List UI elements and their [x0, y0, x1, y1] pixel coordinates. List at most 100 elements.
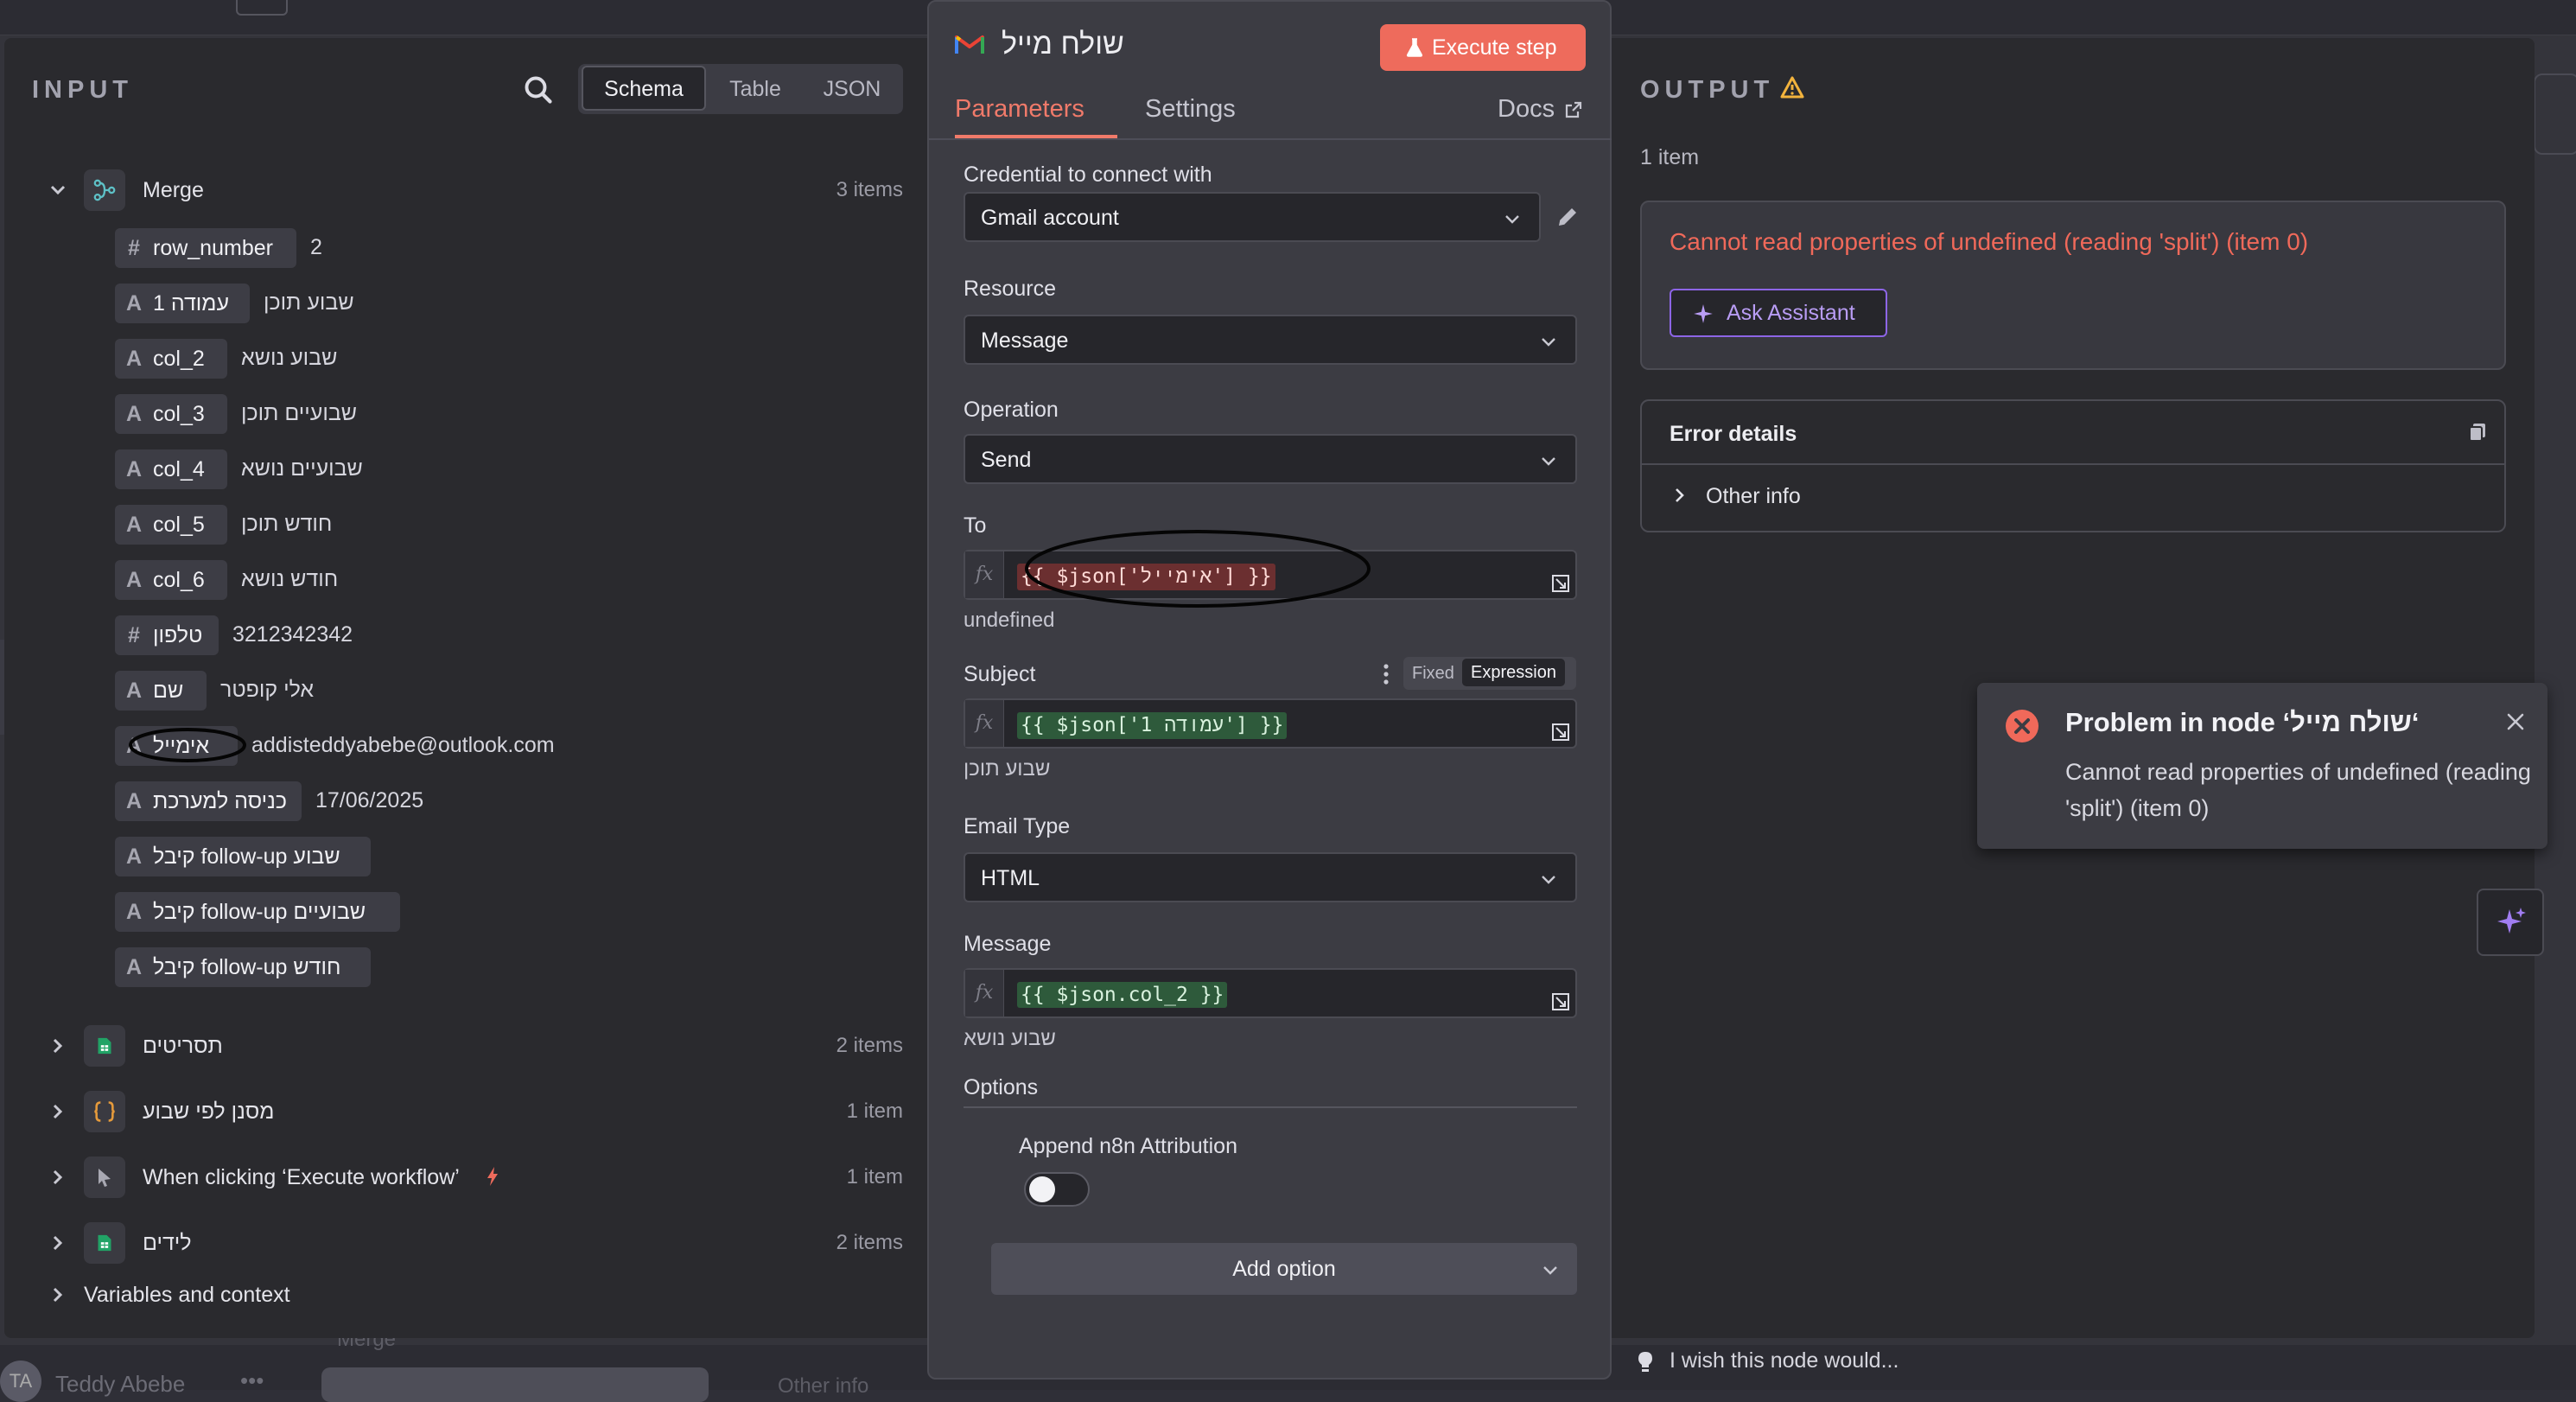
node-parameters-panel: שולח מייל Execute step Parameters Settin… — [927, 0, 1613, 1380]
chevron-down-icon[interactable] — [48, 180, 68, 201]
field-pill[interactable]: Acol_6 — [115, 560, 227, 600]
field-pill[interactable]: A כניסה למערכת — [115, 781, 302, 821]
attribution-label: Append n8n Attribution — [1019, 1134, 1237, 1158]
variables-context-row[interactable]: Variables and context — [4, 1274, 903, 1316]
chevron-right-icon[interactable] — [48, 1101, 68, 1122]
tab-parameters[interactable]: Parameters — [955, 95, 1084, 124]
field-pill[interactable]: A עמודה 1 — [115, 284, 250, 323]
field-pill[interactable]: A קיבל follow-up שבועיים — [115, 892, 400, 932]
tree-node[interactable]: תסריטים 2 items — [4, 1025, 903, 1067]
tab-settings[interactable]: Settings — [1145, 95, 1236, 124]
credential-select[interactable]: Gmail account — [964, 192, 1541, 242]
tree-node[interactable]: מסנן לפי שבוע 1 item — [4, 1091, 903, 1132]
edit-pencil-icon[interactable] — [1555, 204, 1581, 230]
email-type-value: HTML — [981, 866, 1040, 890]
chevron-right-icon[interactable] — [48, 1284, 68, 1305]
close-icon[interactable] — [2506, 712, 2525, 731]
field-pill[interactable]: Acol_3 — [115, 394, 227, 434]
user-menu-icon[interactable]: ••• — [240, 1367, 264, 1394]
chevron-right-icon[interactable] — [48, 1036, 68, 1056]
warning-icon — [1780, 76, 1804, 99]
execute-step-button[interactable]: Execute step — [1380, 24, 1586, 71]
number-type-icon: # — [128, 622, 140, 647]
email-type-select[interactable]: HTML — [964, 852, 1577, 902]
toggle-knob — [1029, 1176, 1055, 1202]
field-name: col_6 — [153, 567, 205, 592]
ask-assistant-label: Ask Assistant — [1727, 301, 1855, 325]
tree-node[interactable]: לידים 2 items — [4, 1222, 903, 1264]
canvas-right-control[interactable] — [2534, 73, 2576, 155]
expand-icon[interactable] — [1551, 992, 1570, 1011]
copy-icon[interactable] — [2468, 422, 2487, 443]
operation-select[interactable]: Send — [964, 434, 1577, 484]
schema-field-row[interactable]: Acol_3 שבועיים תוכן — [115, 394, 893, 436]
schema-field-row[interactable]: Acol_2 שבוע נושא — [115, 339, 893, 380]
field-pill[interactable]: A קיבל follow-up שבוע — [115, 837, 371, 876]
email-type-label: Email Type — [964, 814, 1071, 838]
feedback-link[interactable]: I wish this node would... — [1670, 1348, 1899, 1373]
field-pill[interactable]: A קיבל follow-up חודש — [115, 947, 371, 987]
tab-docs[interactable]: Docs — [1498, 95, 1582, 124]
schema-field-row[interactable]: A קיבל follow-up שבועיים — [115, 892, 893, 934]
bg-other-info: Other info — [778, 1374, 869, 1398]
expression-mode-button[interactable]: Expression — [1462, 659, 1565, 686]
schema-field-row[interactable]: Acol_6 חודש נושא — [115, 560, 893, 602]
other-info-toggle[interactable]: Other info — [1706, 484, 1801, 509]
flask-icon — [1406, 38, 1423, 57]
field-value: שבוע תוכן — [264, 290, 354, 315]
view-json-button[interactable]: JSON — [805, 67, 900, 111]
number-type-icon: # — [128, 235, 140, 260]
expand-icon[interactable] — [1551, 574, 1570, 593]
merge-icon — [93, 179, 116, 201]
user-avatar[interactable]: TA — [0, 1361, 41, 1402]
tree-node-label: תסריטים — [143, 1034, 223, 1058]
field-pill[interactable]: Acol_4 — [115, 449, 227, 489]
chevron-right-icon[interactable] — [1670, 486, 1689, 505]
error-details-divider — [1642, 463, 2504, 465]
string-type-icon: A — [125, 401, 143, 426]
canvas-top-button[interactable] — [236, 0, 288, 16]
chevron-right-icon[interactable] — [48, 1233, 68, 1253]
ask-assistant-button[interactable]: Ask Assistant — [1670, 289, 1887, 337]
field-value: 2 — [310, 235, 322, 259]
view-table-button[interactable]: Table — [708, 67, 803, 111]
tree-node-count: 1 item — [846, 1165, 903, 1189]
schema-field-row[interactable]: A קיבל follow-up שבוע — [115, 837, 893, 878]
tree-node-merge[interactable]: Merge 3 items — [4, 169, 903, 211]
string-type-icon: A — [125, 954, 143, 979]
schema-field-row[interactable]: Acol_4 שבועיים נושא — [115, 449, 893, 491]
tree-node[interactable]: When clicking ‘Execute workflow’ 1 item — [4, 1157, 903, 1198]
string-type-icon: A — [125, 567, 143, 592]
more-vertical-icon[interactable] — [1382, 662, 1390, 686]
schema-field-row[interactable]: A שם אלי קופטר — [115, 671, 893, 712]
fixed-mode-button[interactable]: Fixed — [1412, 664, 1454, 684]
view-schema-button[interactable]: Schema — [582, 66, 706, 111]
toast-message: Cannot read properties of undefined (rea… — [2065, 759, 2531, 821]
field-pill[interactable]: A שם — [115, 671, 207, 711]
schema-field-row[interactable]: A עמודה 1 שבוע תוכן — [115, 284, 893, 325]
field-pill[interactable]: # row_number — [115, 228, 296, 268]
field-name: טלפון — [153, 622, 203, 647]
schema-field-row[interactable]: # row_number 2 — [115, 228, 893, 270]
error-circle-icon — [2006, 710, 2039, 742]
add-option-button[interactable]: Add option — [991, 1243, 1577, 1295]
schema-field-row[interactable]: # טלפון 3212342342 — [115, 615, 893, 657]
field-pill[interactable]: Acol_2 — [115, 339, 227, 379]
schema-field-row[interactable]: A כניסה למערכת 17/06/2025 — [115, 781, 893, 823]
schema-field-row[interactable]: Acol_5 חודש תוכן — [115, 505, 893, 546]
schema-field-row[interactable]: A קיבל follow-up חודש — [115, 947, 893, 989]
node-title[interactable]: שולח מייל — [1002, 28, 1124, 61]
bg-selected-node[interactable] — [321, 1367, 709, 1402]
field-pill[interactable]: Acol_5 — [115, 505, 227, 545]
chevron-right-icon[interactable] — [48, 1167, 68, 1188]
execute-step-label: Execute step — [1432, 35, 1557, 60]
assistant-button[interactable] — [2477, 889, 2544, 956]
field-pill[interactable]: # טלפון — [115, 615, 219, 655]
resource-select[interactable]: Message — [964, 315, 1577, 365]
field-name: col_2 — [153, 346, 205, 371]
search-icon[interactable] — [523, 74, 554, 105]
expand-icon[interactable] — [1551, 723, 1570, 742]
attribution-toggle[interactable] — [1024, 1172, 1090, 1207]
message-expression-field[interactable]: fx {{ $json.col_2 }} — [964, 968, 1577, 1018]
subject-expression-field[interactable]: fx {{ $json['עמודה 1'] }} — [964, 698, 1577, 749]
